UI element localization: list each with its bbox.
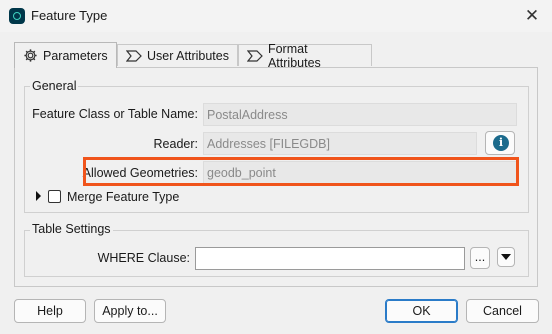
table-settings-group-label: Table Settings [30,222,113,236]
apply-to-button[interactable]: Apply to... [94,299,166,323]
reader-info-button[interactable]: i [485,131,515,155]
tab-format-attributes-label: Format Attributes [267,41,321,70]
close-button[interactable]: ✕ [518,4,546,28]
merge-feature-type-checkbox[interactable] [48,190,61,203]
tag-icon [126,49,142,62]
where-clause-dropdown-button[interactable] [497,247,515,267]
reader-label: Reader: [153,137,198,151]
tab-user-attributes-label: User Attributes [147,48,229,63]
where-clause-input[interactable] [195,247,465,270]
general-group-label: General [30,79,79,93]
ok-button[interactable]: OK [385,299,458,323]
fme-app-icon [9,8,25,24]
merge-feature-type-label: Merge Feature Type [67,190,180,204]
cancel-button[interactable]: Cancel [466,299,539,323]
window-title: Feature Type [31,8,108,23]
tab-format-attributes[interactable]: Format Attributes [238,42,372,70]
feature-class-field: PostalAddress [203,103,517,126]
where-clause-browse-button[interactable]: ... [470,247,490,269]
feature-class-label: Feature Class or Table Name: [32,107,198,121]
gear-icon [24,49,37,62]
reader-field: Addresses [FILEGDB] [203,132,477,155]
tab-parameters[interactable]: Parameters [14,42,117,68]
chevron-down-icon [501,254,511,260]
highlight-box [83,157,519,186]
tab-parameters-label: Parameters [43,48,108,63]
info-icon: i [493,135,509,151]
tab-user-attributes[interactable]: User Attributes [117,44,238,66]
help-button[interactable]: Help [14,299,86,323]
tag-icon [247,49,263,62]
where-clause-label: WHERE Clause: [97,251,190,265]
expand-arrow-icon[interactable] [36,191,41,201]
